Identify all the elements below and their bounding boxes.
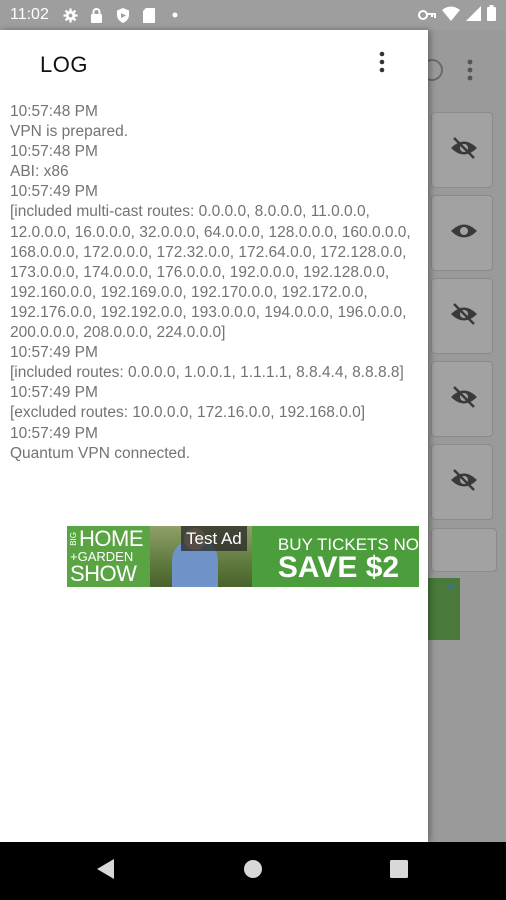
status-bar: 11:02 (0, 0, 506, 30)
bg-server-card (431, 278, 493, 354)
drawer-title: LOG (40, 52, 88, 77)
ad-promo: BUY TICKETS NO SAVE $2 (251, 526, 419, 587)
ad-logo: BIG HOME +GARDEN SHOW (67, 526, 150, 587)
test-ad-label: Test Ad (181, 526, 247, 551)
signal-icon (466, 5, 481, 25)
eye-icon (450, 220, 478, 246)
eye-off-icon (450, 386, 478, 412)
ad-banner[interactable]: BIG HOME +GARDEN SHOW BUY TICKETS NO SAV… (67, 526, 419, 587)
ad-logo-tag: BIG (69, 532, 78, 546)
log-message: [included multi-cast routes: 0.0.0.0, 8.… (10, 203, 411, 342)
dot-icon (167, 7, 183, 23)
bg-ad-banner: ✕ (428, 578, 460, 640)
bg-server-card (431, 444, 493, 520)
eye-off-icon (450, 137, 478, 163)
key-icon (418, 6, 436, 24)
ad-close-icon: ✕ (445, 580, 457, 594)
more-vertical-icon (379, 51, 385, 77)
log-message: ABI: x86 (10, 163, 69, 181)
navigation-bar (0, 842, 506, 900)
log-message: [excluded routes: 10.0.0.0, 172.16.0.0, … (10, 404, 366, 422)
sd-card-icon (141, 7, 157, 23)
ad-logo-line: SHOW (70, 561, 137, 586)
log-timestamp: 10:57:49 PM (10, 183, 98, 201)
shield-icon (115, 7, 131, 23)
gear-icon (63, 7, 79, 23)
status-time: 11:02 (10, 6, 49, 23)
bg-button (431, 528, 497, 572)
battery-icon (487, 5, 496, 25)
back-icon (97, 859, 115, 883)
log-timestamp: 10:57:49 PM (10, 344, 98, 362)
log-list: 10:57:48 PM VPN is prepared. 10:57:48 PM… (10, 102, 420, 464)
home-button[interactable] (240, 858, 266, 884)
bg-server-card (431, 361, 493, 437)
wifi-icon (442, 6, 460, 25)
log-timestamp: 10:57:49 PM (10, 384, 98, 402)
eye-off-icon (450, 469, 478, 495)
ad-promo-headline: SAVE $2 (277, 551, 400, 584)
recents-icon (390, 860, 408, 882)
log-message: Quantum VPN connected. (10, 444, 191, 462)
lock-icon (89, 7, 105, 23)
bg-more-vertical-icon (466, 58, 474, 86)
log-timestamp: 10:57:48 PM (10, 103, 98, 120)
log-message: [included routes: 0.0.0.0, 1.0.0.1, 1.1.… (10, 364, 404, 382)
ad-logo-line: HOME (79, 526, 144, 551)
recents-button[interactable] (386, 858, 412, 884)
eye-off-icon (450, 303, 478, 329)
log-timestamp: 10:57:49 PM (10, 424, 98, 442)
log-timestamp: 10:57:48 PM (10, 143, 98, 161)
bg-server-card (431, 112, 493, 188)
log-message: VPN is prepared. (10, 123, 129, 141)
overflow-menu-button[interactable] (370, 50, 394, 78)
bg-server-card (431, 195, 493, 271)
back-button[interactable] (93, 858, 119, 884)
home-icon (243, 859, 263, 883)
log-drawer: LOG 10:57:48 PM VPN is prepared. 10:57:4… (0, 30, 428, 842)
